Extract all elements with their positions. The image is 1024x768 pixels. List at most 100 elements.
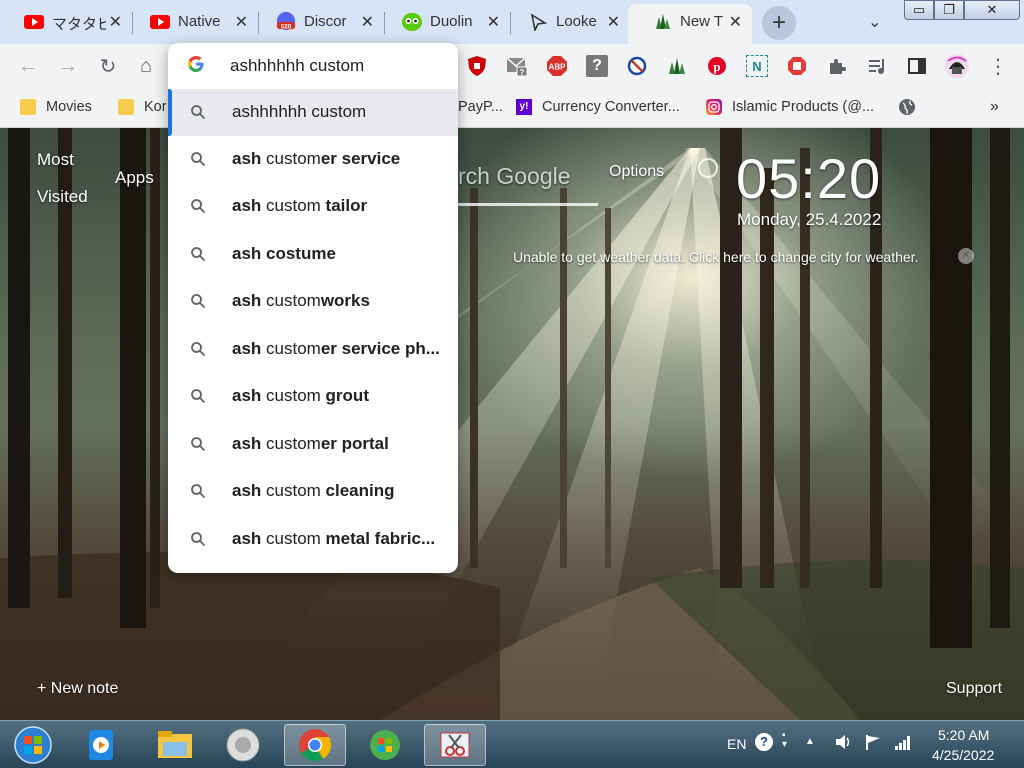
taskbar-speaker-icon[interactable] — [212, 724, 274, 766]
stop-icon[interactable] — [786, 55, 808, 77]
gmail-icon[interactable]: ? — [506, 55, 528, 77]
tab-strip: マタタビ ✕ Native ✕ 520 Discor ✕ Duolin ✕ Lo… — [0, 0, 1024, 44]
tab-looker[interactable]: Looke ✕ — [504, 4, 630, 42]
network-signal-icon[interactable] — [894, 733, 912, 754]
apps-link[interactable]: Apps — [115, 168, 154, 188]
reload-button[interactable]: ↻ — [96, 54, 120, 78]
discord-badge: 520 — [281, 23, 292, 30]
suggestion-item[interactable]: ash custom cleaning — [168, 468, 458, 515]
support-link[interactable]: Support — [946, 680, 1002, 698]
restore-button[interactable]: ❐ — [934, 0, 964, 20]
avatar[interactable] — [944, 53, 970, 79]
help-icon[interactable]: ? — [586, 55, 608, 77]
tab-youtube-1[interactable]: マタタビ ✕ — [0, 4, 132, 42]
suggestion-item[interactable]: ash customer portal — [168, 421, 458, 468]
sidepanel-icon[interactable] — [906, 55, 928, 77]
show-hidden-icons-arrow[interactable]: ▲ — [805, 736, 815, 747]
bookmark-currency-converter[interactable]: y! Currency Converter... — [516, 96, 680, 118]
trees-icon[interactable] — [666, 55, 688, 77]
start-button[interactable] — [4, 724, 62, 766]
pinterest-icon[interactable]: p — [706, 55, 728, 77]
instagram-icon — [706, 99, 722, 115]
suggestion-item[interactable]: ash customer service — [168, 136, 458, 183]
search-google-input[interactable]: rch Google — [458, 163, 571, 190]
options-link[interactable]: Options — [609, 163, 664, 181]
new-tab-button[interactable]: + — [762, 6, 796, 40]
tab-title: Native — [178, 13, 221, 30]
date-label: Monday, 25.4.2022 — [737, 210, 882, 229]
close-icon[interactable]: ✕ — [729, 12, 742, 32]
weather-close-icon[interactable]: ✕ — [958, 248, 974, 264]
suggestion-item[interactable]: ash custom tailor — [168, 183, 458, 230]
globe-icon[interactable] — [898, 96, 916, 118]
yahoo-icon: y! — [516, 99, 532, 115]
bookmark-movies[interactable]: Movies — [20, 96, 92, 118]
taskbar-media-player-icon[interactable] — [70, 724, 132, 766]
most-visited-link[interactable]: Most — [37, 150, 74, 170]
language-indicator[interactable]: EN — [727, 736, 746, 752]
bookmark-paypal[interactable]: PayP... — [458, 96, 503, 118]
menu-kebab-icon[interactable]: ⋮ — [986, 54, 1010, 78]
suggestion-item[interactable]: ash custom metal fabric... — [168, 516, 458, 563]
close-icon[interactable]: ✕ — [361, 12, 374, 32]
taskbar-chrome-icon[interactable] — [284, 724, 346, 766]
suggestion-item[interactable]: ash custom grout — [168, 373, 458, 420]
tab-title: Discor — [304, 13, 347, 30]
tab-search-chevron-down-icon[interactable]: ⌄ — [868, 12, 881, 32]
tab-youtube-2[interactable]: Native ✕ — [126, 4, 258, 42]
bookmark-islamic-products[interactable]: Islamic Products (@... — [706, 96, 874, 118]
suggestion-text: ash custom tailor — [232, 196, 368, 215]
visited-label[interactable]: Visited — [37, 187, 88, 207]
suggestion-item[interactable]: ash customworks — [168, 278, 458, 325]
folder-icon — [118, 99, 134, 115]
suggestion-text: ash customer service — [232, 149, 401, 168]
folder-icon — [20, 99, 36, 115]
omnibox-input[interactable] — [230, 53, 450, 79]
back-button[interactable]: ← — [16, 54, 40, 78]
action-center-flag-icon[interactable] — [864, 733, 882, 754]
tab-discord[interactable]: 520 Discor ✕ — [252, 4, 384, 42]
trees-icon — [652, 14, 672, 30]
ublock-icon[interactable] — [466, 55, 488, 77]
notion-icon[interactable]: N — [746, 55, 768, 77]
omnibox[interactable] — [168, 43, 458, 89]
search-icon — [190, 483, 206, 499]
puzzle-icon[interactable] — [826, 55, 848, 77]
taskbar-windows-update-icon[interactable] — [354, 724, 416, 766]
block-icon[interactable] — [626, 55, 648, 77]
tab-duolingo[interactable]: Duolin ✕ — [378, 4, 510, 42]
bookmark-label: Kor — [144, 99, 167, 115]
close-icon[interactable]: ✕ — [487, 12, 500, 32]
home-button[interactable]: ⌂ — [134, 54, 158, 78]
input-method-icon[interactable]: ▪ ▾ — [782, 731, 787, 750]
suggestion-item[interactable]: ash costume — [168, 231, 458, 278]
abp-icon[interactable]: ABP — [546, 55, 568, 77]
suggestion-item[interactable]: ash customer service ph... — [168, 326, 458, 373]
google-g-icon — [188, 56, 204, 77]
weather-message[interactable]: Unable to get weather data. Click here t… — [513, 249, 918, 265]
media-icon[interactable] — [866, 55, 888, 77]
taskbar-date[interactable]: 4/25/2022 — [932, 747, 994, 763]
close-icon[interactable]: ✕ — [607, 12, 620, 32]
bookmarks-overflow-button[interactable]: » — [990, 96, 999, 118]
omnibox-dropdown: ashhhhhh custom ash customer service ash… — [168, 43, 458, 573]
taskbar-clock[interactable]: 5:20 AM — [938, 727, 989, 743]
close-icon[interactable]: ✕ — [235, 12, 248, 32]
help-circle-icon[interactable]: ? — [755, 733, 773, 751]
search-icon — [190, 436, 206, 452]
youtube-icon — [150, 14, 170, 30]
close-window-button[interactable]: ✕ — [964, 0, 1020, 20]
tab-new-tab-active[interactable]: New T ✕ — [628, 4, 752, 44]
settings-circle-icon[interactable] — [698, 158, 718, 178]
bookmark-kor[interactable]: Kor — [118, 96, 167, 118]
minimize-button[interactable]: ▭ — [904, 0, 934, 20]
new-note-button[interactable]: + New note — [37, 680, 118, 698]
volume-icon[interactable] — [834, 733, 852, 754]
suggestion-item[interactable]: ashhhhhh custom — [168, 89, 458, 136]
forward-button[interactable]: → — [56, 54, 80, 78]
taskbar-file-explorer-icon[interactable] — [144, 724, 206, 766]
taskbar-snipping-tool-icon[interactable] — [424, 724, 486, 766]
tab-title: マタタビ — [52, 16, 106, 33]
search-icon — [190, 246, 206, 262]
close-icon[interactable]: ✕ — [109, 12, 122, 32]
